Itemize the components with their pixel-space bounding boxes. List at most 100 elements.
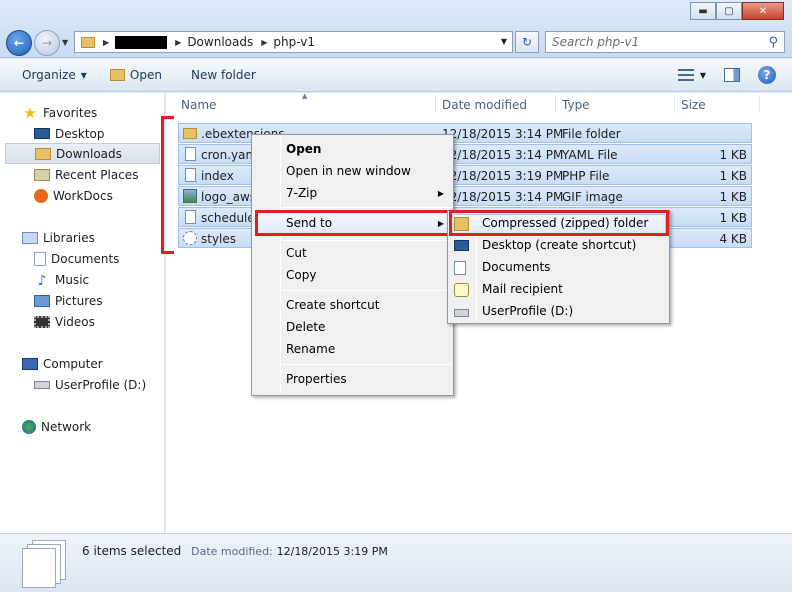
column-header-size[interactable]: Size — [681, 94, 706, 116]
open-folder-icon — [109, 69, 125, 81]
column-header-type[interactable]: Type — [562, 94, 590, 116]
document-icon — [185, 168, 196, 182]
sendto-documents[interactable]: Documents — [482, 260, 550, 274]
date-modified-value: 12/18/2015 3:19 PM — [276, 545, 388, 558]
address-dropdown[interactable]: ▼ — [501, 37, 507, 46]
column-header-date[interactable]: Date modified — [442, 94, 527, 116]
chevron-right-icon: ▶ — [175, 37, 182, 47]
folder-icon — [183, 128, 197, 139]
menu-separator — [282, 290, 452, 291]
column-divider[interactable] — [555, 95, 556, 113]
image-icon — [183, 189, 197, 203]
nav-favorites[interactable]: ★ Favorites — [22, 102, 182, 123]
videos-icon — [34, 315, 50, 328]
close-button[interactable]: ✕ — [742, 2, 784, 20]
drive-icon — [34, 380, 50, 389]
arrow-left-icon: ← — [13, 36, 25, 50]
multiple-files-thumbnail-icon — [22, 540, 68, 588]
menu-cut[interactable]: Cut — [286, 246, 307, 260]
selection-summary: 6 items selected Date modified: 12/18/20… — [82, 544, 388, 558]
column-divider[interactable] — [674, 95, 675, 113]
nav-computer[interactable]: Computer — [22, 353, 182, 374]
menu-rename[interactable]: Rename — [286, 342, 335, 356]
documents-icon — [454, 261, 466, 275]
sendto-desktop[interactable]: Desktop (create shortcut) — [482, 238, 636, 252]
recent-places-icon — [34, 168, 50, 181]
css-icon — [183, 231, 197, 245]
window-controls: ▬ ▢ ✕ — [690, 2, 784, 20]
music-icon: ♪ — [37, 272, 47, 289]
desktop-icon — [454, 240, 469, 251]
send-to-red-box-annotation — [255, 210, 451, 236]
date-modified-label: Date modified: — [191, 545, 273, 558]
back-button[interactable]: ← — [6, 30, 32, 56]
chevron-down-icon: ▼ — [80, 70, 87, 80]
menu-open-new-window[interactable]: Open in new window — [286, 164, 411, 178]
command-bar: Organize ▼ Open New folder ▼ ? — [0, 59, 792, 92]
search-input[interactable]: Search php-v1 ⚲ — [545, 31, 785, 53]
menu-separator — [282, 207, 452, 208]
downloads-icon — [35, 147, 51, 160]
chevron-right-icon: ▶ — [103, 37, 110, 47]
view-options-icon[interactable] — [677, 69, 694, 81]
nav-libraries[interactable]: Libraries — [22, 227, 182, 248]
forward-button[interactable]: → — [34, 30, 60, 56]
search-placeholder: Search php-v1 — [552, 35, 640, 49]
nav-network[interactable]: Network — [22, 416, 182, 437]
mail-icon — [454, 283, 469, 297]
documents-icon — [34, 251, 46, 266]
context-menu: Open Open in new window 7-Zip ▶ Send to … — [251, 134, 454, 396]
desktop-icon — [34, 128, 50, 139]
arrow-right-icon: → — [41, 36, 53, 50]
star-icon: ★ — [23, 103, 37, 122]
minimize-button[interactable]: ▬ — [690, 2, 716, 20]
menu-copy[interactable]: Copy — [286, 268, 316, 282]
folder-icon — [81, 36, 95, 48]
new-folder-button[interactable]: New folder — [171, 59, 265, 91]
breadcrumb: ▶ — [103, 35, 168, 49]
refresh-button[interactable]: ↻ — [515, 31, 539, 53]
sort-ascending-icon: ▲ — [302, 92, 308, 100]
sendto-mail-recipient[interactable]: Mail recipient — [482, 282, 563, 296]
recent-pages-dropdown[interactable]: ▼ — [62, 38, 68, 47]
pictures-icon — [34, 294, 50, 307]
menu-properties[interactable]: Properties — [286, 372, 347, 386]
workdocs-icon — [34, 188, 48, 203]
sendto-userprofile-drive[interactable]: UserProfile (D:) — [482, 304, 573, 318]
network-icon — [22, 419, 36, 434]
column-header-name[interactable]: Name — [181, 94, 216, 116]
compressed-red-box-annotation — [449, 210, 669, 236]
menu-7zip[interactable]: 7-Zip — [286, 186, 317, 200]
menu-create-shortcut[interactable]: Create shortcut — [286, 298, 379, 312]
help-icon[interactable]: ? — [758, 66, 776, 84]
libraries-icon — [22, 231, 38, 244]
breadcrumb-downloads[interactable]: ▶ Downloads — [175, 35, 253, 49]
selection-bracket-annotation — [161, 116, 174, 254]
menu-open[interactable]: Open — [286, 142, 321, 156]
preview-pane-icon[interactable] — [724, 68, 740, 82]
drive-icon — [454, 309, 469, 317]
menu-separator — [282, 240, 452, 241]
submenu-arrow-icon: ▶ — [437, 189, 444, 198]
nav-downloads[interactable]: Downloads — [5, 143, 160, 164]
refresh-icon: ↻ — [521, 35, 533, 49]
chevron-right-icon: ▶ — [261, 37, 268, 47]
menu-delete[interactable]: Delete — [286, 320, 325, 334]
chevron-down-icon[interactable]: ▼ — [700, 71, 706, 80]
breadcrumb-php-v1[interactable]: ▶ php-v1 — [261, 35, 315, 49]
details-pane: 6 items selected Date modified: 12/18/20… — [0, 533, 792, 592]
column-divider[interactable] — [435, 95, 436, 113]
open-button[interactable]: Open — [96, 59, 171, 91]
redacted-user-crumb[interactable] — [115, 35, 168, 49]
organize-button[interactable]: Organize ▼ — [0, 59, 96, 91]
navigation-pane: ★ Favorites Desktop Downloads Recent Plac… — [0, 93, 165, 533]
document-icon — [185, 210, 196, 224]
search-icon: ⚲ — [768, 34, 778, 50]
selected-count: 6 items selected — [82, 544, 182, 558]
column-divider[interactable] — [759, 95, 760, 113]
menu-separator — [282, 364, 452, 365]
computer-icon — [22, 357, 38, 370]
address-bar[interactable]: ▶ ▶ Downloads ▶ php-v1 ▼ — [74, 31, 513, 53]
maximize-button[interactable]: ▢ — [716, 2, 742, 20]
document-icon — [185, 147, 196, 161]
